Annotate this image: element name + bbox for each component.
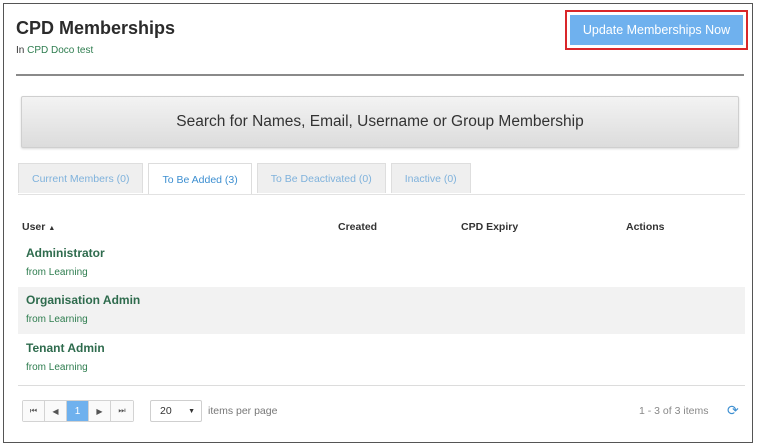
user-name-link[interactable]: Tenant Admin	[26, 341, 105, 355]
column-header-created[interactable]: Created	[338, 221, 377, 233]
user-name-link[interactable]: Organisation Admin	[26, 293, 140, 307]
update-memberships-button[interactable]: Update Memberships Now	[570, 15, 743, 45]
search-bar[interactable]: Search for Names, Email, Username or Gro…	[21, 96, 739, 148]
chevron-down-icon: ▼	[188, 407, 195, 415]
user-source: from Learning	[26, 362, 88, 373]
user-source: from Learning	[26, 267, 88, 278]
main-panel: CPD Memberships In CPD Doco test Update …	[3, 3, 753, 443]
tab-to-be-added[interactable]: To Be Added (3)	[148, 163, 252, 195]
update-button-highlight: Update Memberships Now	[565, 10, 748, 50]
pager-range-info: 1 - 3 of 3 items	[639, 405, 709, 417]
tab-to-be-deactivated[interactable]: To Be Deactivated (0)	[256, 163, 386, 193]
refresh-icon[interactable]: ⟳	[727, 402, 739, 419]
user-name-link[interactable]: Administrator	[26, 246, 105, 260]
membership-tabs: Current Members (0) To Be Added (3) To B…	[18, 163, 476, 195]
column-header-cpd-expiry[interactable]: CPD Expiry	[461, 221, 518, 233]
sort-ascending-icon: ▲	[48, 225, 56, 232]
prev-page-icon[interactable]: ◀	[45, 401, 67, 421]
table-row: Tenant Admin from Learning	[18, 335, 745, 382]
user-source: from Learning	[26, 314, 88, 325]
pager: ⏮ ◀ 1 ▶ ⏭	[22, 400, 134, 422]
first-page-icon[interactable]: ⏮	[23, 401, 45, 421]
context-link[interactable]: CPD Doco test	[27, 45, 93, 56]
pager-divider	[18, 385, 745, 386]
table-row: Administrator from Learning	[18, 240, 745, 287]
tabs-divider	[18, 194, 745, 195]
tab-inactive[interactable]: Inactive (0)	[390, 163, 471, 193]
tab-current-members[interactable]: Current Members (0)	[18, 163, 144, 193]
header-divider	[16, 74, 744, 76]
column-header-user[interactable]: User ▲	[22, 221, 55, 233]
page-size-select[interactable]: 20 ▼	[150, 400, 202, 422]
last-page-icon[interactable]: ⏭	[111, 401, 133, 421]
current-page-button[interactable]: 1	[67, 401, 89, 421]
subtitle-prefix: In	[16, 45, 25, 56]
next-page-icon[interactable]: ▶	[89, 401, 111, 421]
column-user-label: User	[22, 221, 46, 233]
page-title: CPD Memberships	[16, 18, 176, 38]
page-size-value: 20	[160, 405, 172, 417]
table-row: Organisation Admin from Learning	[18, 287, 745, 334]
column-header-actions: Actions	[626, 221, 665, 233]
per-page-label: items per page	[208, 405, 278, 417]
context-subtitle: In CPD Doco test	[16, 45, 93, 56]
